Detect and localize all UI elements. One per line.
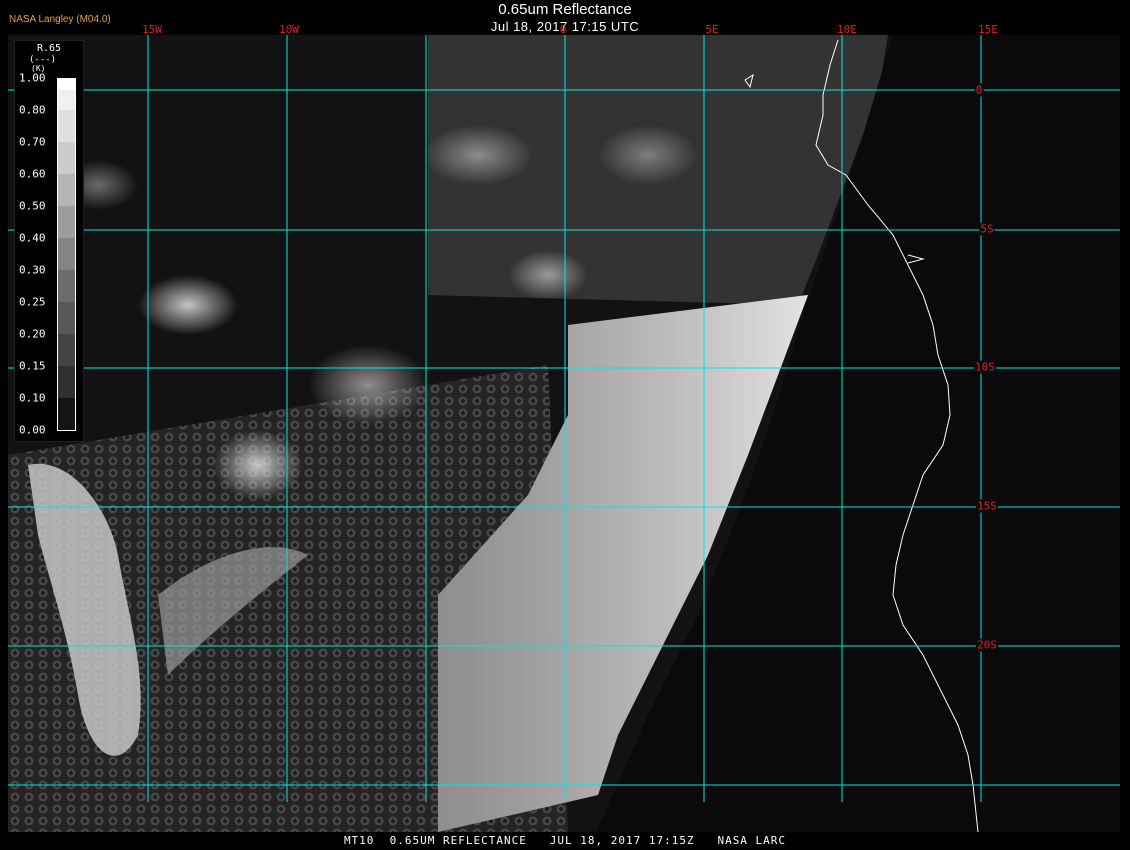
legend-swatch bbox=[57, 334, 76, 366]
legend-tick: 0.10 bbox=[19, 391, 46, 405]
cloud-blob bbox=[213, 430, 303, 500]
legend-swatch bbox=[57, 206, 76, 238]
lat-label-10s: 10S bbox=[974, 360, 996, 374]
lat-label-20s: 20S bbox=[976, 638, 998, 652]
lat-label-5s: 5S bbox=[979, 222, 995, 236]
image-title: 0.65um Reflectance bbox=[498, 1, 632, 18]
legend-swatch bbox=[57, 366, 76, 398]
satellite-image-viewer: 0.65um Reflectance Jul 18, 2017 17:15 UT… bbox=[0, 0, 1130, 850]
lon-label-15e: 15E bbox=[978, 23, 998, 36]
legend-tick: 0.40 bbox=[19, 231, 46, 245]
legend-tick: 0.60 bbox=[19, 167, 46, 181]
cloud-blob bbox=[598, 125, 698, 185]
cloud-blob bbox=[508, 250, 588, 300]
lat-label-0: 0 bbox=[974, 83, 984, 97]
legend-swatch bbox=[57, 302, 76, 334]
legend-tick: 0.15 bbox=[19, 359, 46, 373]
legend-tick: 1.00 bbox=[19, 71, 46, 85]
legend-tick: 0.80 bbox=[19, 103, 46, 117]
legend-swatch bbox=[57, 142, 76, 174]
legend-tick: 0.25 bbox=[19, 295, 46, 309]
cloud-blob bbox=[308, 345, 428, 425]
legend-tick: 0.30 bbox=[19, 263, 46, 277]
lon-label-0: 0 bbox=[559, 23, 567, 36]
legend-title: R.65 bbox=[36, 43, 62, 54]
lon-label-10e: 10E bbox=[837, 23, 857, 36]
legend-swatch bbox=[57, 90, 76, 110]
reflectance-legend: R.65 (---) (K) 1.00 0.80 0.70 0.60 0.50 … bbox=[14, 40, 84, 442]
legend-tick: 0.50 bbox=[19, 199, 46, 213]
lon-label-10w: 10W bbox=[279, 23, 299, 36]
legend-tick: 0.00 bbox=[19, 423, 46, 437]
legend-swatch bbox=[57, 238, 76, 270]
cloud-blob bbox=[423, 125, 533, 185]
map-imagery bbox=[8, 35, 1120, 832]
credit-label: NASA Langley (M04.0) bbox=[9, 14, 111, 25]
legend-swatch bbox=[57, 110, 76, 142]
satellite-map bbox=[8, 35, 1120, 832]
lon-label-5e: 5E bbox=[705, 23, 719, 36]
lon-label-15w: 15W bbox=[142, 23, 162, 36]
legend-tick: 0.20 bbox=[19, 327, 46, 341]
legend-swatch bbox=[57, 174, 76, 206]
legend-swatch bbox=[57, 398, 76, 431]
cloud-blob bbox=[138, 275, 238, 335]
legend-tick: 0.70 bbox=[19, 135, 46, 149]
lat-label-15s: 15S bbox=[976, 499, 998, 513]
footer-caption: MT10 0.65UM REFLECTANCE JUL 18, 2017 17:… bbox=[343, 834, 787, 847]
legend-swatch bbox=[57, 270, 76, 302]
